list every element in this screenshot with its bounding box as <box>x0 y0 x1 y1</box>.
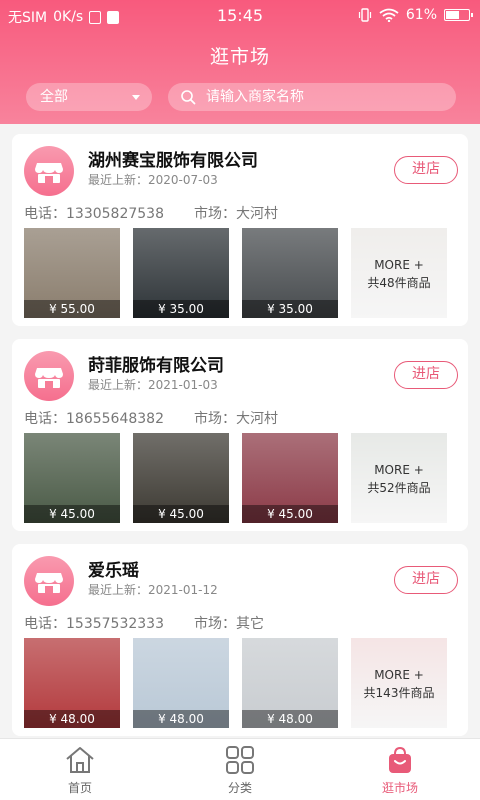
shop-recent-date: 最近上新：2021-01-12 <box>88 583 218 597</box>
product-price: ¥ 48.00 <box>242 710 338 728</box>
enter-shop-button[interactable]: 进店 <box>394 361 458 389</box>
more-label: MORE + <box>374 668 424 682</box>
more-products-tile[interactable]: MORE + 共143件商品 <box>351 638 447 728</box>
shop-recent-date: 最近上新：2020-07-03 <box>88 173 218 187</box>
page-title: 逛市场 <box>209 46 270 68</box>
shop-avatar <box>24 146 74 196</box>
product-thumbnail[interactable]: ¥ 45.00 <box>24 433 120 523</box>
shop-card[interactable]: 湖州赛宝服饰有限公司 最近上新：2020-07-03 进店 电话：1330582… <box>12 134 468 326</box>
product-thumbnail[interactable]: ¥ 55.00 <box>24 228 120 318</box>
shop-market: 市场：其它 <box>194 616 264 632</box>
shop-market: 市场：大河村 <box>194 206 278 222</box>
filter-label: 全部 <box>40 89 68 105</box>
shop-avatar <box>24 556 74 606</box>
more-label: MORE + <box>374 463 424 477</box>
nav-label-market: 逛市场 <box>381 781 418 795</box>
shop-card[interactable]: 莳菲服饰有限公司 最近上新：2021-01-03 进店 电话：186556483… <box>12 339 468 531</box>
shop-phone: 电话：15357532333 <box>24 616 164 632</box>
shop-name: 爱乐瑶 <box>88 561 139 581</box>
nav-label-category: 分类 <box>227 781 252 795</box>
storefront-icon <box>35 573 63 593</box>
product-price: ¥ 45.00 <box>24 505 120 523</box>
nav-item-market[interactable]: 逛市场 <box>350 739 450 800</box>
home-icon <box>66 747 94 773</box>
shop-phone: 电话：13305827538 <box>24 206 164 222</box>
search-bar[interactable] <box>168 83 456 111</box>
battery-icon <box>444 9 473 21</box>
header: 无SIM 0K/s 15:45 61% 逛市场 全部 <box>0 0 480 124</box>
product-count: 共143件商品 <box>363 686 435 700</box>
product-thumbnails: ¥ 55.00 ¥ 35.00 ¥ 35.00 MORE + 共48件商品 <box>24 228 456 318</box>
storefront-icon <box>35 368 63 388</box>
product-count: 共48件商品 <box>367 276 431 290</box>
product-thumbnail[interactable]: ¥ 45.00 <box>242 433 338 523</box>
product-price: ¥ 48.00 <box>24 710 120 728</box>
shopping-bag-icon <box>389 746 411 773</box>
more-products-tile[interactable]: MORE + 共48件商品 <box>351 228 447 318</box>
shop-market: 市场：大河村 <box>194 411 278 427</box>
product-price: ¥ 48.00 <box>133 710 229 728</box>
product-thumbnails: ¥ 48.00 ¥ 48.00 ¥ 48.00 MORE + 共143件商品 <box>24 638 456 728</box>
product-thumbnails: ¥ 45.00 ¥ 45.00 ¥ 45.00 MORE + 共52件商品 <box>24 433 456 523</box>
product-thumbnail[interactable]: ¥ 48.00 <box>133 638 229 728</box>
shop-name: 湖州赛宝服饰有限公司 <box>88 151 258 171</box>
battery-percent: 61% <box>405 7 437 23</box>
product-thumbnail[interactable]: ¥ 35.00 <box>242 228 338 318</box>
more-products-tile[interactable]: MORE + 共52件商品 <box>351 433 447 523</box>
nav-item-home[interactable]: 首页 <box>30 739 130 800</box>
product-thumbnail[interactable]: ¥ 35.00 <box>133 228 229 318</box>
enter-shop-button[interactable]: 进店 <box>394 566 458 594</box>
storefront-icon <box>35 163 63 183</box>
product-thumbnail[interactable]: ¥ 48.00 <box>242 638 338 728</box>
more-label: MORE + <box>374 258 424 272</box>
vibrate-icon <box>358 8 371 22</box>
grid-icon <box>226 746 254 774</box>
product-price: ¥ 45.00 <box>133 505 229 523</box>
shop-name: 莳菲服饰有限公司 <box>88 356 224 376</box>
enter-shop-button[interactable]: 进店 <box>394 156 458 184</box>
shop-avatar <box>24 351 74 401</box>
shop-card[interactable]: 爱乐瑶 最近上新：2021-01-12 进店 电话：15357532333 市场… <box>12 544 468 736</box>
product-thumbnail[interactable]: ¥ 48.00 <box>24 638 120 728</box>
nav-label-home: 首页 <box>67 781 92 795</box>
more-overlay <box>351 638 447 728</box>
caret-down-icon <box>132 95 140 100</box>
bottom-navigation: 首页 分类 逛市场 <box>0 738 480 800</box>
product-price: ¥ 35.00 <box>133 300 229 318</box>
category-filter-dropdown[interactable]: 全部 <box>26 83 152 111</box>
status-bar: 无SIM 0K/s 15:45 61% <box>0 0 480 32</box>
search-icon <box>181 90 196 105</box>
shop-recent-date: 最近上新：2021-01-03 <box>88 378 218 392</box>
nav-item-category[interactable]: 分类 <box>190 739 290 800</box>
wifi-icon <box>379 8 399 22</box>
search-input[interactable] <box>206 83 446 111</box>
product-thumbnail[interactable]: ¥ 45.00 <box>133 433 229 523</box>
product-count: 共52件商品 <box>367 481 431 495</box>
product-price: ¥ 55.00 <box>24 300 120 318</box>
product-price: ¥ 35.00 <box>242 300 338 318</box>
product-price: ¥ 45.00 <box>242 505 338 523</box>
more-overlay <box>351 228 447 318</box>
shop-phone: 电话：18655648382 <box>24 411 164 427</box>
more-overlay <box>351 433 447 523</box>
